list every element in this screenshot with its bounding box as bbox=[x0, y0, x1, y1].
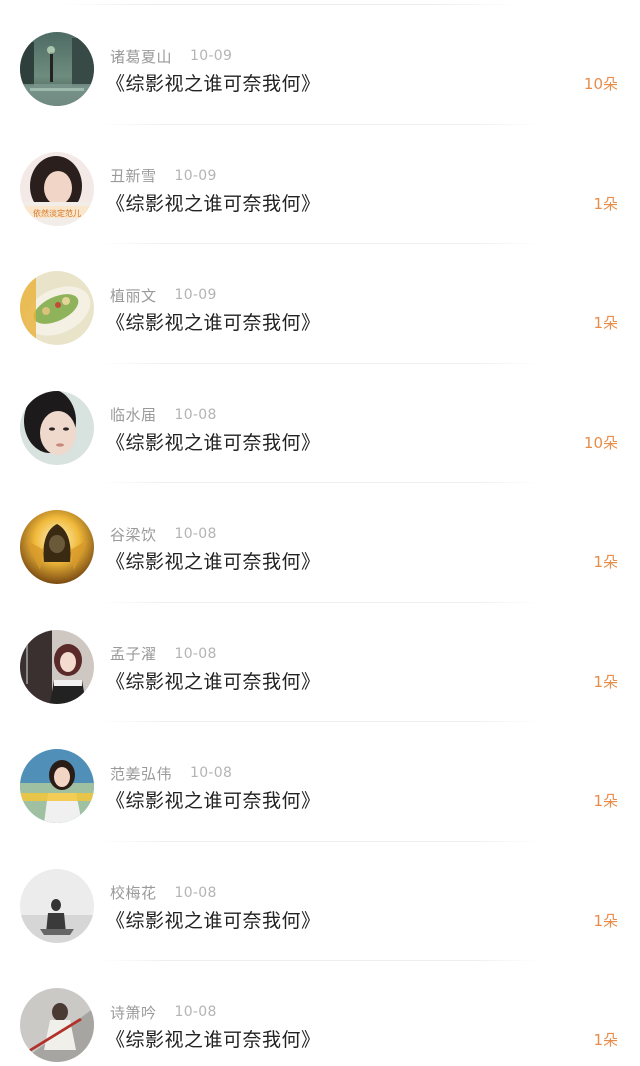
flower-count: 1朵 bbox=[593, 672, 618, 691]
post-date: 10-08 bbox=[174, 645, 217, 662]
user-name[interactable]: 校梅花 bbox=[110, 882, 157, 903]
post-date: 10-08 bbox=[174, 1004, 217, 1020]
list-item[interactable]: 临水届 10-08 《综影视之谁可奈我何》 10朵 bbox=[0, 364, 640, 483]
item-meta: 诗箫吟 10-08 bbox=[110, 1001, 217, 1023]
book-title[interactable]: 《综影视之谁可奈我何》 bbox=[106, 189, 321, 216]
item-meta: 范姜弘伟 10-08 bbox=[110, 762, 232, 784]
list-item[interactable]: 孟子濯 10-08 《综影视之谁可奈我何》 1朵 bbox=[0, 603, 640, 722]
swordsman-avatar-icon bbox=[20, 988, 94, 1062]
list-item[interactable]: 诸葛夏山 10-09 《综影视之谁可奈我何》 10朵 bbox=[0, 5, 640, 125]
post-date: 10-09 bbox=[174, 167, 217, 184]
flower-count: 10朵 bbox=[583, 433, 618, 452]
list-item[interactable]: 诗箫吟 10-08 《综影视之谁可奈我何》 1朵 bbox=[0, 961, 640, 1066]
item-meta: 谷梁饮 10-08 bbox=[110, 523, 217, 545]
flower-count: 1朵 bbox=[593, 1031, 618, 1049]
list-item[interactable]: 校梅花 10-08 《综影视之谁可奈我何》 1朵 bbox=[0, 842, 640, 961]
flower-count: 1朵 bbox=[593, 194, 618, 213]
book-title[interactable]: 《综影视之谁可奈我何》 bbox=[106, 667, 321, 694]
list-item[interactable]: 谷梁饮 10-08 《综影视之谁可奈我何》 1朵 bbox=[0, 483, 640, 603]
post-date: 10-09 bbox=[190, 48, 233, 64]
user-name[interactable]: 诸葛夏山 bbox=[110, 46, 172, 67]
avatar[interactable] bbox=[20, 510, 94, 584]
item-meta: 丑新雪 10-09 bbox=[110, 165, 217, 187]
user-name[interactable]: 临水届 bbox=[110, 404, 157, 425]
avatar[interactable] bbox=[20, 868, 94, 943]
book-title[interactable]: 《综影视之谁可奈我何》 bbox=[106, 547, 321, 574]
user-name[interactable]: 范姜弘伟 bbox=[110, 763, 172, 784]
user-name[interactable]: 诗箫吟 bbox=[110, 1002, 157, 1023]
food-plate-avatar-icon bbox=[20, 271, 94, 345]
avatar-caption: 依然淡定范儿 bbox=[33, 208, 81, 218]
woman-face-avatar-icon bbox=[20, 390, 94, 465]
item-meta: 校梅花 10-08 bbox=[110, 882, 217, 904]
flower-count: 10朵 bbox=[583, 75, 618, 93]
user-name[interactable]: 孟子濯 bbox=[110, 643, 157, 664]
user-name[interactable]: 丑新雪 bbox=[110, 165, 157, 186]
post-date: 10-08 bbox=[190, 765, 233, 781]
girl-city-avatar-icon bbox=[20, 749, 94, 823]
book-title[interactable]: 《综影视之谁可奈我何》 bbox=[106, 428, 321, 455]
book-title[interactable]: 《综影视之谁可奈我何》 bbox=[106, 308, 321, 335]
post-date: 10-08 bbox=[174, 884, 217, 901]
flower-count: 1朵 bbox=[593, 792, 618, 810]
item-meta: 临水届 10-08 bbox=[110, 404, 217, 426]
avatar[interactable] bbox=[20, 629, 94, 704]
book-title[interactable]: 《综影视之谁可奈我何》 bbox=[106, 786, 321, 813]
book-title[interactable]: 《综影视之谁可奈我何》 bbox=[106, 906, 321, 933]
list-item[interactable]: 依然淡定范儿 丑新雪 10-09 《综影视之谁可奈我何》 1朵 bbox=[0, 125, 640, 244]
user-name[interactable]: 谷梁饮 bbox=[110, 524, 157, 545]
list-item[interactable]: 植丽文 10-09 《综影视之谁可奈我何》 1朵 bbox=[0, 244, 640, 364]
avatar[interactable] bbox=[20, 271, 94, 345]
book-title[interactable]: 《综影视之谁可奈我何》 bbox=[106, 69, 321, 96]
avatar[interactable] bbox=[20, 390, 94, 465]
flower-count: 1朵 bbox=[593, 911, 618, 930]
avatar[interactable] bbox=[20, 32, 94, 106]
user-name[interactable]: 植丽文 bbox=[110, 285, 157, 306]
item-meta: 诸葛夏山 10-09 bbox=[110, 45, 232, 67]
girl-portrait-avatar-icon: 依然淡定范儿 bbox=[20, 151, 94, 226]
golden-warrior-avatar-icon bbox=[20, 510, 94, 584]
item-meta: 植丽文 10-09 bbox=[110, 284, 217, 306]
post-date: 10-08 bbox=[174, 526, 217, 542]
flower-ranking-page: 诸葛夏山 10-09 《综影视之谁可奈我何》 10朵 依然淡定范儿 丑新雪 10… bbox=[0, 0, 640, 1066]
girl-outdoor-avatar-icon bbox=[20, 629, 94, 704]
item-meta: 孟子濯 10-08 bbox=[110, 643, 217, 665]
list-item[interactable]: 范姜弘伟 10-08 《综影视之谁可奈我何》 1朵 bbox=[0, 722, 640, 842]
rainy-street-avatar-icon bbox=[20, 32, 94, 106]
post-date: 10-08 bbox=[174, 406, 217, 423]
flower-count: 1朵 bbox=[593, 553, 618, 571]
avatar[interactable]: 依然淡定范儿 bbox=[20, 151, 94, 226]
avatar[interactable] bbox=[20, 749, 94, 823]
silhouette-gray-avatar-icon bbox=[20, 868, 94, 943]
avatar[interactable] bbox=[20, 988, 94, 1062]
flower-count: 1朵 bbox=[593, 314, 618, 332]
book-title[interactable]: 《综影视之谁可奈我何》 bbox=[106, 1025, 321, 1052]
post-date: 10-09 bbox=[174, 287, 217, 303]
